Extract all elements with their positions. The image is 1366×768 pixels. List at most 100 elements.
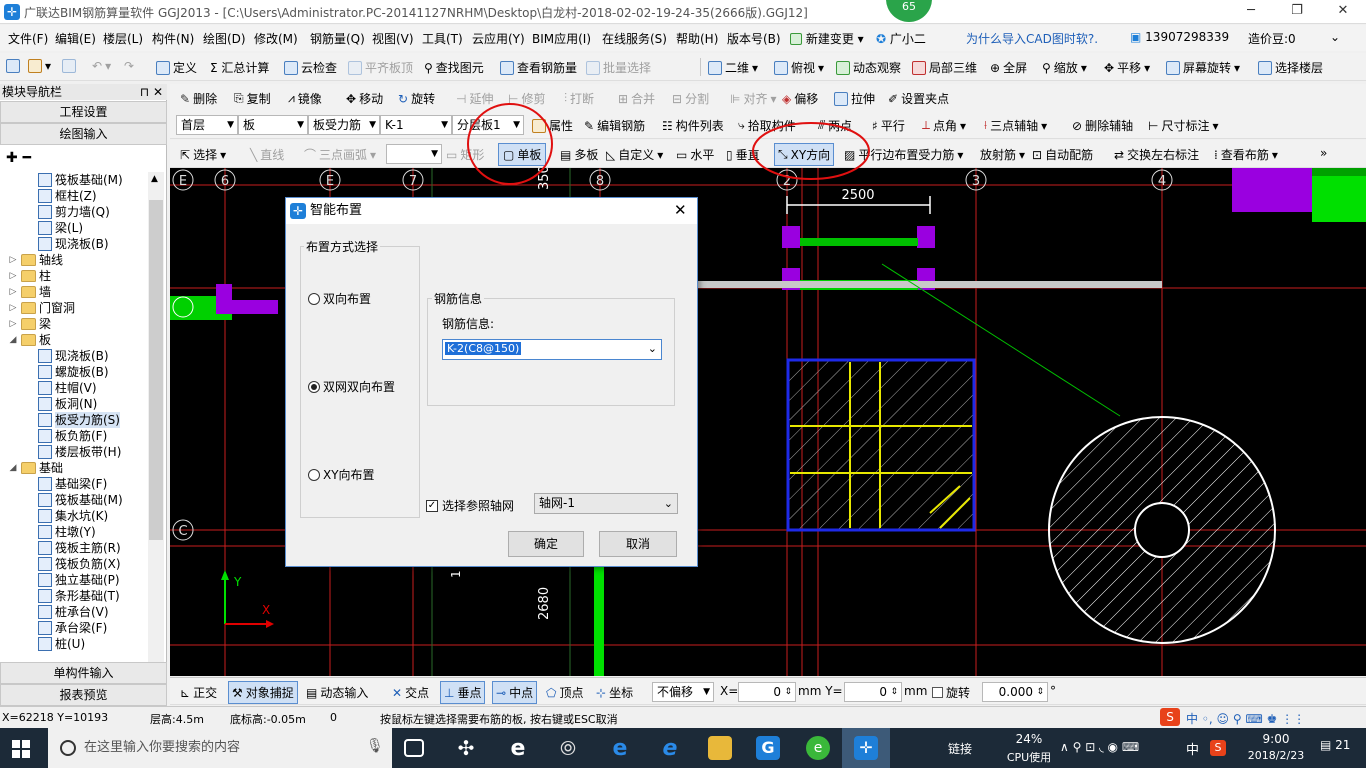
single-member-input-button[interactable]: 单构件输入 <box>0 662 167 684</box>
member-name-select[interactable]: K-1 ▼ <box>380 115 452 135</box>
tree-folder[interactable]: ▷ 轴线 <box>8 252 63 268</box>
menu-guangxiaoer[interactable]: ✪ 广小二 <box>876 30 926 47</box>
tree-item[interactable]: 桩(U) <box>38 636 85 652</box>
rebar-info-select[interactable]: K-2(C8@150) ⌄ <box>442 339 662 360</box>
new-file-button[interactable] <box>6 59 20 73</box>
member-list-button[interactable]: ☷ 构件列表 <box>662 117 724 134</box>
clock-time[interactable]: 9:00 <box>1248 732 1304 746</box>
pan-button[interactable]: ✥ 平移 ▾ <box>1104 59 1150 76</box>
tree-item[interactable]: 筏板基础(M) <box>38 492 123 508</box>
tree-expander-icon[interactable]: ◢ <box>8 460 18 476</box>
tree-expander-icon[interactable]: ▷ <box>8 284 18 300</box>
tree-expander-icon[interactable]: ◢ <box>8 332 18 348</box>
undo-button[interactable]: ↶ ▾ <box>92 59 111 73</box>
tray-icons[interactable]: ∧ ⚲ ⊡ ◟ ◉ ⌨ <box>1060 740 1139 754</box>
tree-expander-icon[interactable]: ▷ <box>8 316 18 332</box>
radial-rebar-button[interactable]: 放射筋 ▾ <box>980 146 1025 163</box>
radio-double-net-bidirectional[interactable]: 双网双向布置 <box>308 378 395 395</box>
open-file-button[interactable]: ▾ <box>28 59 51 73</box>
ortho-toggle[interactable]: ⊾ 正交 <box>180 684 217 701</box>
batch-select-button[interactable]: 批量选择 <box>586 59 651 76</box>
tree-item[interactable]: 剪力墙(Q) <box>38 204 110 220</box>
dynamic-observe-button[interactable]: 动态观察 <box>836 59 901 76</box>
scrollbar-thumb[interactable] <box>149 200 163 540</box>
menu-help[interactable]: 帮助(H) <box>676 30 718 47</box>
menu-version[interactable]: 版本号(B) <box>727 30 781 47</box>
minimize-button[interactable]: ─ <box>1228 0 1274 24</box>
custom-button[interactable]: ◺ 自定义 ▾ <box>606 146 663 163</box>
select-floor-button[interactable]: 选择楼层 <box>1258 59 1323 76</box>
tree-expander-icon[interactable]: ▷ <box>8 268 18 284</box>
menu-edit[interactable]: 编辑(E) <box>55 30 96 47</box>
menu-member[interactable]: 构件(N) <box>152 30 194 47</box>
ref-axis-select[interactable]: 轴网-1 ⌄ <box>534 493 678 514</box>
point-angle-button[interactable]: ⟂ 点角 ▾ <box>922 117 966 134</box>
sogou-tray-icon[interactable]: S <box>1210 740 1226 756</box>
extend-button[interactable]: ⊣ 延伸 <box>456 90 493 107</box>
menu-online[interactable]: 在线服务(S) <box>602 30 667 47</box>
snap-vertex-toggle[interactable]: ⬠ 顶点 <box>546 684 583 701</box>
menu-modify[interactable]: 修改(M) <box>254 30 298 47</box>
sogou-ime-icon[interactable]: S <box>1160 708 1180 726</box>
tree-folder[interactable]: ◢ 板 <box>8 332 51 348</box>
single-board-button[interactable]: ▢ 单板 <box>498 143 547 166</box>
delete-axis-button[interactable]: ⊘ 删除辅轴 <box>1072 117 1133 134</box>
tree-item[interactable]: 柱帽(V) <box>38 380 97 396</box>
rotate-checkbox[interactable]: 旋转 <box>932 684 970 701</box>
tree-scrollbar[interactable]: ▲ ▼ <box>148 172 164 744</box>
menu-cloud[interactable]: 云应用(Y) <box>472 30 525 47</box>
edit-rebar-button[interactable]: ✎ 编辑钢筋 <box>584 117 645 134</box>
define-button[interactable]: 定义 <box>156 59 197 76</box>
save-button[interactable] <box>62 59 76 73</box>
auto-rebar-button[interactable]: ⊡ 自动配筋 <box>1032 146 1093 163</box>
parallel-button[interactable]: ♯ 平行 <box>872 117 905 134</box>
tree-folder[interactable]: ▷ 梁 <box>8 316 51 332</box>
tree-item[interactable]: 独立基础(P) <box>38 572 120 588</box>
score-badge[interactable]: 65 <box>886 0 932 22</box>
tree-item[interactable]: 板负筋(F) <box>38 428 107 444</box>
ime-toolbar-icons[interactable]: 中 ◦, ☺ ⚲ ⌨ ♚ ⋮⋮ <box>1186 710 1305 727</box>
edge-legacy-icon[interactable]: e <box>608 736 632 761</box>
rect-tool-button[interactable]: ▭ 矩形 <box>446 146 484 163</box>
three-point-axis-button[interactable]: ⟊ 三点辅轴 ▾ <box>984 117 1047 134</box>
file-explorer-icon[interactable] <box>708 736 732 760</box>
green-app-icon[interactable]: e <box>806 736 830 760</box>
tree-item[interactable]: 楼层板带(H) <box>38 444 121 460</box>
tree-folder[interactable]: ▷ 柱 <box>8 268 51 284</box>
xy-direction-button[interactable]: ⤡ XY方向 <box>774 143 835 166</box>
toolbar-more-icon[interactable]: » <box>1320 146 1327 160</box>
notification-center-icon[interactable]: ▤ 21 <box>1320 738 1350 752</box>
snap-midpoint-toggle[interactable]: ⊸ 中点 <box>492 681 538 704</box>
snap-intersection-toggle[interactable]: ✕ 交点 <box>392 684 429 701</box>
mirror-button[interactable]: ⩘ 镜像 <box>288 90 322 107</box>
tree-expander-icon[interactable]: ▷ <box>8 300 18 316</box>
zoom-button[interactable]: ⚲ 缩放 ▾ <box>1042 59 1087 76</box>
object-snap-toggle[interactable]: ⚒ 对象捕捉 <box>228 681 298 704</box>
offset-mode-select[interactable]: 不偏移 ▼ <box>652 682 714 702</box>
menu-draw[interactable]: 绘图(D) <box>203 30 246 47</box>
tree-item[interactable]: 柱墩(Y) <box>38 524 96 540</box>
tree-item[interactable]: 梁(L) <box>38 220 83 236</box>
tree-item[interactable]: 框柱(Z) <box>38 188 97 204</box>
radio-bidirectional[interactable]: 双向布置 <box>308 290 371 307</box>
edge-browser-icon[interactable]: e <box>506 736 530 761</box>
merge-button[interactable]: ⊞ 合并 <box>618 90 655 107</box>
link-toolbar[interactable]: 链接 <box>948 740 972 757</box>
tree-item[interactable]: 承台梁(F) <box>38 620 107 636</box>
local-3d-button[interactable]: 局部三维 <box>912 59 977 76</box>
tree-item[interactable]: 现浇板(B) <box>38 348 109 364</box>
attribute-button[interactable]: 属性 <box>532 117 573 134</box>
taskbar-search-box[interactable]: 在这里输入你要搜索的内容 <box>48 728 392 768</box>
ok-button[interactable]: 确定 <box>508 531 584 557</box>
snap-perpendicular-toggle[interactable]: ⊥ 垂点 <box>440 681 486 704</box>
menu-cad-tip-link[interactable]: 为什么导入CAD图时软?. <box>966 30 1098 47</box>
radio-xy-direction[interactable]: XY向布置 <box>308 466 375 483</box>
menu-user-account[interactable]: ▣ 13907298339 <box>1130 30 1229 44</box>
y-input[interactable]: 0 ⇕ <box>844 682 902 702</box>
restore-button[interactable]: ❐ <box>1274 0 1320 24</box>
member-subtype-select[interactable]: 板受力筋 ▼ <box>308 115 380 135</box>
delete-button[interactable]: ✎ 删除 <box>180 90 217 107</box>
ie-browser-icon[interactable]: e <box>658 736 682 761</box>
tree-item[interactable]: 现浇板(B) <box>38 236 109 252</box>
snap-coordinate-toggle[interactable]: ⊹ 坐标 <box>596 684 633 701</box>
